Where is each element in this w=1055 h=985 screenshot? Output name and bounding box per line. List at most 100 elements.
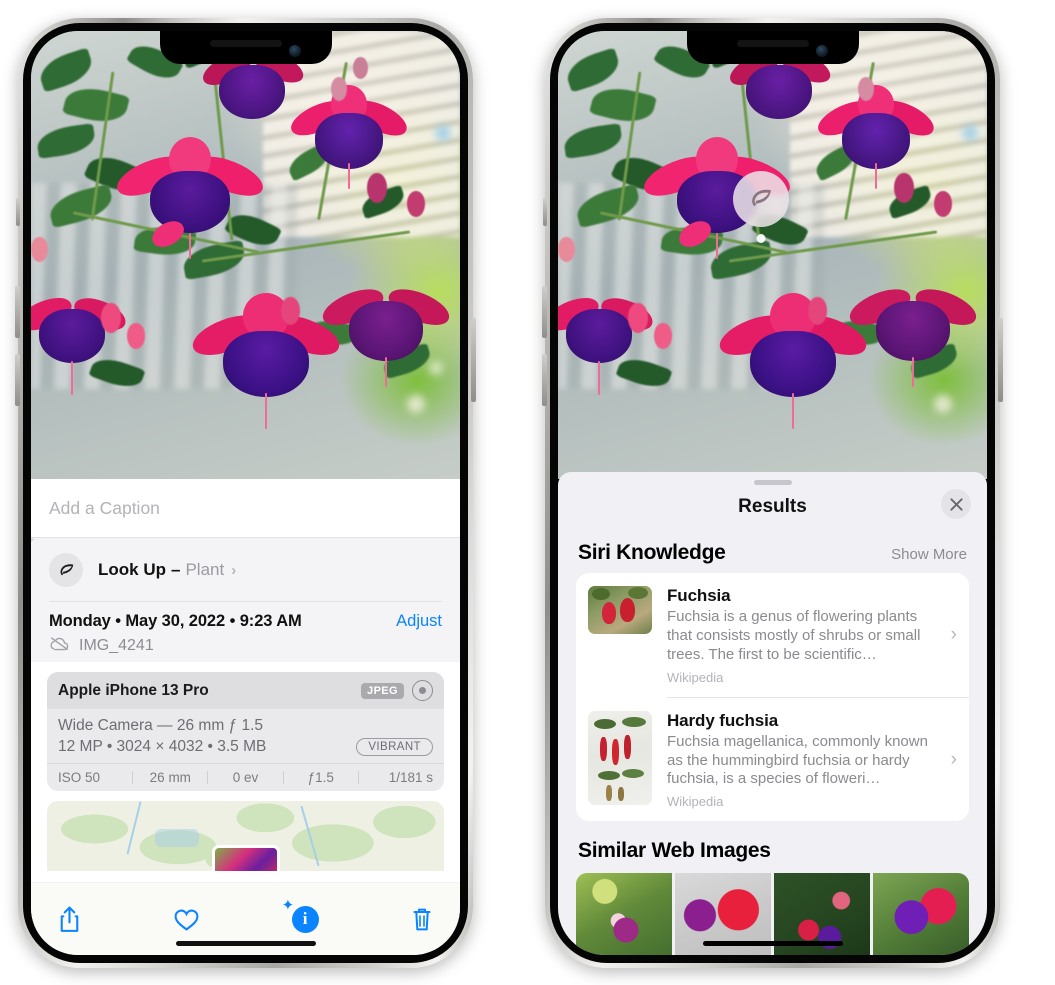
divider (49, 601, 442, 602)
photo-bokeh (429, 361, 443, 375)
leaf-icon (49, 553, 83, 587)
format-badge: JPEG (361, 682, 404, 699)
section-title: Similar Web Images (578, 839, 771, 863)
exif-card-footer: ISO 50 26 mm 0 ev ƒ1.5 1/181 s (47, 763, 444, 791)
right-photo-viewer[interactable] (558, 31, 987, 479)
earpiece-speaker (736, 40, 809, 47)
knowledge-source: Wikipedia (667, 669, 724, 685)
siri-knowledge-header: Siri Knowledge Show More (558, 529, 987, 573)
chevron-right-icon: › (231, 561, 237, 579)
knowledge-description: Fuchsia magellanica, commonly known as t… (667, 732, 928, 788)
exif-focal-length: 26 mm (149, 770, 191, 785)
caption-placeholder: Add a Caption (49, 497, 160, 518)
photo-date: Monday • May 30, 2022 • 9:23 AM (49, 612, 302, 630)
info-glyph: i (291, 905, 319, 933)
show-more-button[interactable]: Show More (891, 546, 967, 563)
knowledge-card: Fuchsia Fuchsia is a genus of flowering … (576, 573, 969, 822)
map-photo-pin[interactable] (211, 845, 280, 871)
photo-flower (187, 291, 345, 429)
photo-bud (894, 173, 914, 203)
photo-flower (112, 134, 268, 259)
sparkle-icon: ✦ (281, 896, 295, 914)
look-up-subject: Plant (185, 560, 225, 579)
left-power-button[interactable] (471, 318, 476, 402)
photo-filename: IMG_4241 (79, 637, 154, 654)
leaf-icon (733, 171, 789, 227)
screenshot-stage: Add a Caption ✦ Look Up – Plant › (0, 0, 1055, 985)
knowledge-body: Fuchsia Fuchsia is a genus of flowering … (652, 586, 957, 685)
close-icon[interactable] (941, 489, 971, 519)
photo-bokeh (435, 125, 451, 141)
photo-flower (813, 83, 939, 189)
right-iphone-device: Results Siri Knowledge Show More Fuchsia… (542, 18, 1003, 968)
photo-bud (31, 237, 48, 262)
left-iphone-device: Add a Caption ✦ Look Up – Plant › (15, 18, 476, 968)
exif-card-header: Apple iPhone 13 Pro JPEG (47, 672, 444, 709)
photo-bud (353, 57, 368, 79)
left-mute-switch[interactable] (16, 198, 20, 226)
photo-bud (858, 77, 874, 101)
trash-icon[interactable] (410, 906, 434, 933)
left-volume-up-button[interactable] (15, 286, 20, 338)
location-map[interactable] (47, 801, 444, 871)
knowledge-row[interactable]: Hardy fuchsia Fuchsia magellanica, commo… (576, 698, 969, 822)
knowledge-row[interactable]: Fuchsia Fuchsia is a genus of flowering … (576, 573, 969, 697)
right-volume-up-button[interactable] (542, 286, 547, 338)
chevron-right-icon: › (950, 748, 957, 770)
map-water (155, 829, 199, 847)
photo-flower (558, 281, 657, 395)
look-up-label-group: Look Up – Plant › (98, 560, 236, 580)
look-up-dash: – (171, 560, 181, 579)
photo-flower (714, 291, 872, 429)
photo-bud (367, 173, 387, 203)
icloud-slash-icon (49, 636, 70, 656)
exif-iso: ISO 50 (58, 770, 101, 785)
photo-bud (808, 297, 827, 325)
similar-image-1[interactable] (576, 873, 672, 955)
right-home-indicator[interactable] (702, 941, 843, 946)
similar-web-images-header: Similar Web Images (558, 821, 987, 873)
camera-device-name: Apple iPhone 13 Pro (58, 681, 209, 699)
share-icon[interactable] (57, 905, 82, 934)
photo-flower (845, 271, 981, 387)
left-home-indicator[interactable] (175, 941, 316, 946)
lens-description: Wide Camera — 26 mm ƒ 1.5 (58, 717, 264, 734)
knowledge-description: Fuchsia is a genus of flowering plants t… (667, 608, 921, 663)
sparkle-icon: ✦ (31, 533, 37, 548)
similar-image-4[interactable] (873, 873, 969, 955)
look-up-row[interactable]: ✦ Look Up – Plant › (31, 533, 460, 602)
right-power-button[interactable] (998, 318, 1003, 402)
photo-bud (934, 191, 952, 217)
left-volume-down-button[interactable] (15, 354, 20, 406)
exif-card[interactable]: Apple iPhone 13 Pro JPEG Wide Camera — 2… (47, 672, 444, 791)
look-up-label: Look Up (98, 560, 166, 579)
right-mute-switch[interactable] (543, 198, 547, 226)
badge-pointer-dot (756, 234, 766, 243)
section-title: Siri Knowledge (578, 541, 726, 564)
exif-exposure-bias: 0 ev (232, 770, 259, 785)
front-camera-icon (815, 45, 828, 57)
front-camera-icon (288, 45, 301, 57)
photo-bud (101, 303, 121, 333)
photographic-style-badge: VIBRANT (356, 738, 433, 756)
right-volume-down-button[interactable] (542, 354, 547, 406)
photo-flower (286, 83, 412, 189)
heart-icon[interactable] (173, 907, 200, 932)
knowledge-title: Hardy fuchsia (667, 710, 779, 730)
camera-lens-icon (412, 680, 433, 701)
photo-bud (558, 237, 575, 262)
photo-bokeh (934, 395, 952, 413)
adjust-button[interactable]: Adjust (396, 612, 442, 631)
knowledge-thumbnail (588, 586, 652, 634)
photo-bokeh (962, 125, 978, 141)
info-sparkle-icon[interactable]: ✦ i (282, 898, 319, 933)
visual-lookup-badge[interactable] (733, 171, 789, 243)
left-photo-viewer[interactable] (31, 31, 460, 479)
results-sheet: Results Siri Knowledge Show More Fuchsia… (558, 472, 987, 955)
results-header: Results (558, 485, 987, 529)
caption-field-row[interactable]: Add a Caption (31, 479, 460, 538)
photo-bud (331, 77, 347, 101)
exif-shutter-speed: 1/181 s (388, 770, 434, 785)
exif-card-body: Wide Camera — 26 mm ƒ 1.5 12 MP • 3024 ×… (47, 709, 444, 763)
right-notch (686, 31, 859, 64)
